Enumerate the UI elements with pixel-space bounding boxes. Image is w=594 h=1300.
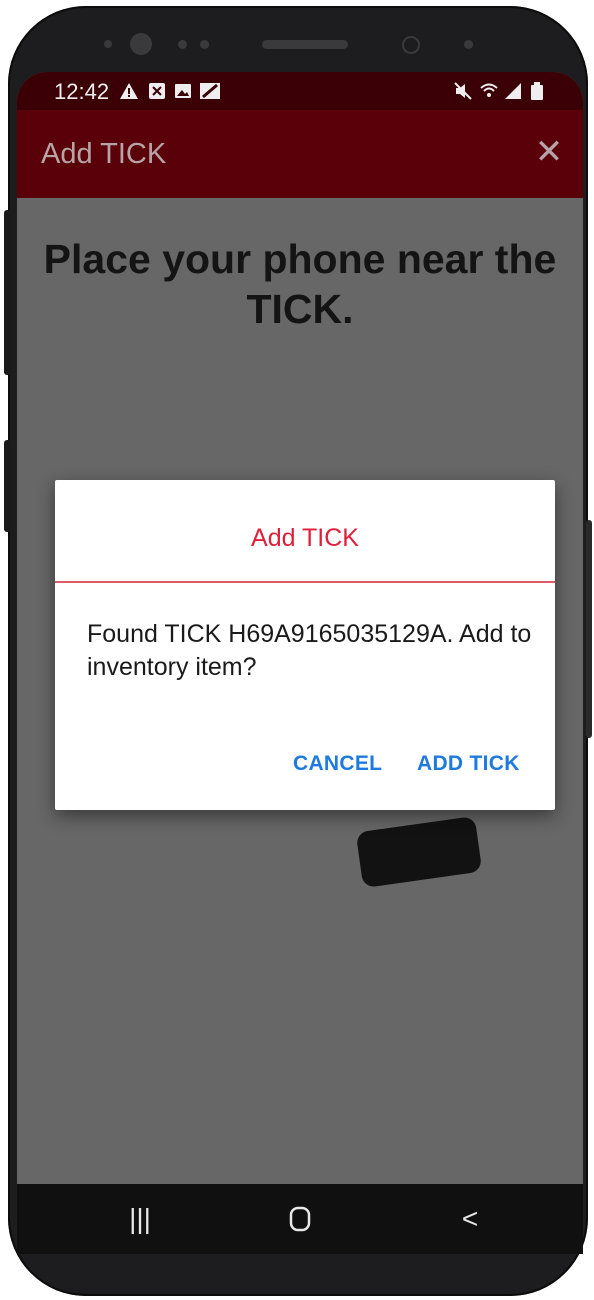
- app-bar: Add TICK ✕: [17, 110, 583, 198]
- wifi-icon: [479, 81, 499, 101]
- recents-icon: |||: [129, 1203, 151, 1234]
- dialog-message: Found TICK H69A9165035129A. Add to inven…: [87, 620, 532, 681]
- status-time: 12:42: [54, 79, 110, 104]
- sensor-dot: [178, 40, 187, 49]
- home-button[interactable]: [270, 1198, 330, 1240]
- mute-icon: [453, 81, 473, 101]
- sensor-dot: [104, 40, 112, 48]
- close-icon[interactable]: ✕: [529, 132, 569, 172]
- proximity-sensor: [402, 36, 420, 54]
- navigation-bar: ||| <: [17, 1184, 583, 1254]
- recents-button[interactable]: |||: [110, 1198, 170, 1240]
- volume-button: [4, 210, 11, 375]
- dialog-divider: [55, 581, 555, 583]
- front-camera: [130, 33, 152, 55]
- add-tick-button[interactable]: ADD TICK: [417, 752, 520, 776]
- sensor-dot: [200, 40, 209, 49]
- app-bar-title: Add TICK: [41, 138, 167, 170]
- image-icon: [173, 81, 193, 101]
- sensor-dot: [464, 40, 473, 49]
- home-icon: [289, 1206, 311, 1232]
- signal-icon: [503, 81, 523, 101]
- page-heading: Place your phone near the TICK.: [43, 236, 557, 332]
- earpiece-speaker: [262, 40, 348, 49]
- edit-icon: [199, 81, 220, 101]
- screen: 12:42 Add TICK ✕ Place your phone near t…: [17, 72, 583, 1254]
- add-tick-dialog: Add TICK Found TICK H69A9165035129A. Add…: [55, 480, 555, 810]
- battery-icon: [527, 81, 547, 101]
- back-button[interactable]: <: [440, 1198, 500, 1240]
- tick-device-illustration: [355, 815, 483, 889]
- back-icon: <: [461, 1203, 479, 1234]
- cancel-button[interactable]: CANCEL: [293, 752, 382, 776]
- status-bar: 12:42: [17, 72, 583, 110]
- power-button: [586, 520, 592, 738]
- close-box-icon: [147, 81, 167, 101]
- bixby-button: [4, 440, 11, 532]
- dialog-title: Add TICK: [251, 524, 359, 552]
- warning-icon: [119, 81, 139, 101]
